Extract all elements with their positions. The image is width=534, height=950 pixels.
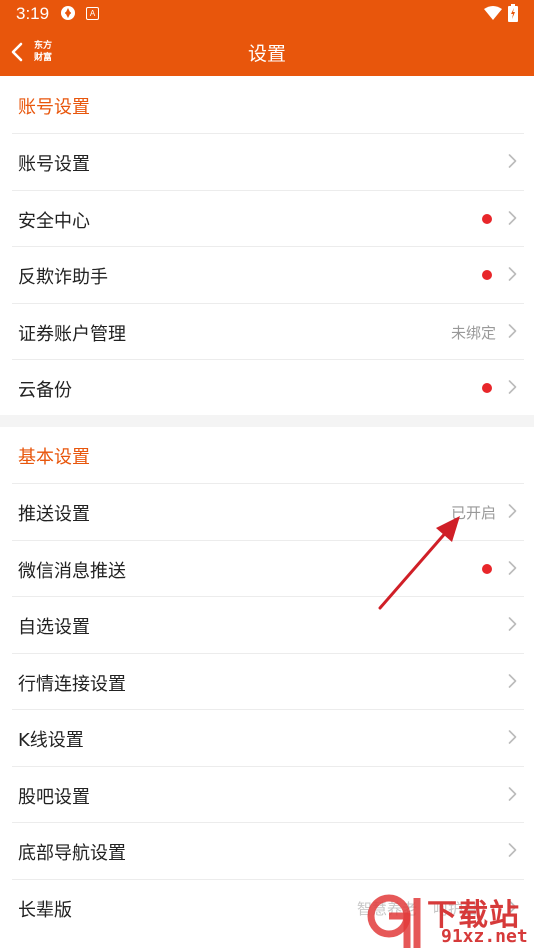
settings-row-label: 推送设置 <box>18 504 90 525</box>
battery-icon <box>508 4 518 22</box>
watermark-url: 91xz.net <box>441 926 528 947</box>
chevron-right-icon <box>508 673 517 688</box>
watermark-logo-icon <box>367 894 421 948</box>
chevron-right-icon <box>508 380 517 394</box>
settings-row[interactable]: 行情连接设置 <box>0 652 534 709</box>
watermark: 智慧养老 呵护目 下载站 91xz.net <box>355 886 534 950</box>
settings-row[interactable]: 证券账户管理 未绑定 <box>0 302 534 359</box>
settings-row-status: 已开启 <box>450 504 496 522</box>
status-time: 3:19 <box>16 4 50 23</box>
settings-row-label: K线设置 <box>18 730 84 751</box>
settings-row[interactable]: 股吧设置 <box>0 765 534 822</box>
chevron-right-icon <box>508 504 517 518</box>
settings-row[interactable]: 反欺诈助手 <box>0 246 534 302</box>
chevron-right-icon <box>508 560 517 575</box>
chevron-right-icon <box>508 730 517 744</box>
red-dot-badge <box>482 563 492 574</box>
chevron-right-icon <box>508 843 517 857</box>
settings-row-label: 账号设置 <box>18 154 90 175</box>
settings-row[interactable]: 安全中心 <box>0 189 534 246</box>
settings-row-label: 股吧设置 <box>18 786 90 808</box>
app-notification-icon <box>61 6 75 20</box>
settings-row-label: 微信消息推送 <box>18 560 126 582</box>
red-dot-badge <box>482 213 492 224</box>
settings-row[interactable]: K线设置 <box>0 709 534 765</box>
settings-row-label: 行情连接设置 <box>18 673 126 695</box>
settings-row[interactable]: 微信消息推送 <box>0 539 534 596</box>
settings-row-label: 自选设置 <box>18 617 90 638</box>
status-bar: 3:19 A <box>0 0 534 28</box>
settings-row[interactable]: 云备份 <box>0 359 534 415</box>
chevron-right-icon <box>508 617 517 631</box>
settings-row-label: 证券账户管理 <box>18 323 126 345</box>
settings-row-label: 底部导航设置 <box>18 843 126 864</box>
settings-row[interactable]: 推送设置 已开启 <box>0 483 534 539</box>
section-header-account: 账号设置 <box>0 77 534 133</box>
settings-row[interactable]: 账号设置 <box>0 133 534 189</box>
settings-row-label: 云备份 <box>18 380 72 401</box>
section-title: 基本设置 <box>18 447 90 468</box>
red-dot-badge <box>482 383 492 393</box>
chevron-right-icon <box>508 210 517 225</box>
settings-row-label: 反欺诈助手 <box>18 267 108 288</box>
settings-row-label: 长辈版 <box>18 899 72 921</box>
chevron-right-icon <box>508 323 517 338</box>
section-header-basic: 基本设置 <box>0 427 534 483</box>
section-divider <box>0 415 534 427</box>
title-bar: 东方 财富 设置 <box>0 28 534 76</box>
settings-row[interactable]: 底部导航设置 <box>0 822 534 878</box>
a-badge-icon: A <box>86 7 99 20</box>
page-title: 设置 <box>247 43 286 65</box>
settings-row-status: 未绑定 <box>450 323 496 342</box>
chevron-right-icon <box>508 267 517 281</box>
wifi-icon <box>484 6 502 20</box>
chevron-right-icon <box>508 154 517 168</box>
red-dot-badge <box>482 270 492 280</box>
section-title: 账号设置 <box>18 97 90 118</box>
settings-row[interactable]: 自选设置 <box>0 596 534 652</box>
chevron-right-icon <box>508 786 517 801</box>
settings-row-label: 安全中心 <box>18 210 90 232</box>
